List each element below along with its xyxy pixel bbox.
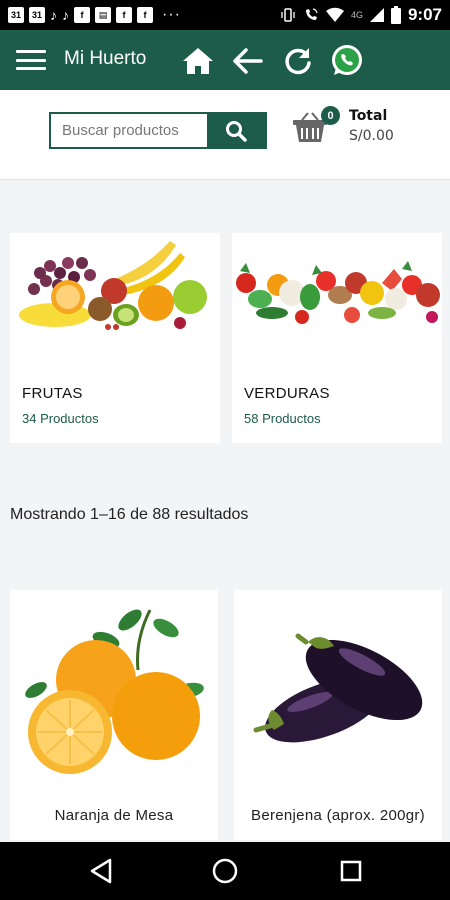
whatsapp-icon[interactable]: [330, 44, 364, 78]
tiktok-icon: ♪: [50, 7, 57, 23]
product-name: Naranja de Mesa: [54, 807, 174, 824]
facebook-icon: f: [74, 7, 90, 23]
app-bar: Mi Huerto: [0, 30, 450, 90]
recents-nav-icon[interactable]: [336, 856, 366, 886]
search-bar-row: Total S/0.00: [0, 90, 450, 180]
total-value: S/0.00: [349, 128, 394, 144]
orange-image: [25, 609, 204, 774]
signal-icon: [369, 8, 384, 22]
category-name: FRUTAS: [22, 385, 83, 402]
network-type: 4G: [350, 10, 363, 20]
category-count: 58 Productos: [244, 411, 321, 426]
wifi-icon: [325, 7, 344, 23]
wifi-call-icon: [305, 8, 318, 20]
search-input[interactable]: [51, 114, 207, 147]
system-icons: 4G 9:07: [280, 5, 442, 25]
system-nav-bar: [0, 842, 450, 900]
back-arrow-icon[interactable]: [231, 44, 265, 78]
vibrate-icon: [281, 8, 295, 22]
menu-icon[interactable]: [16, 50, 46, 70]
notification-icons: 31 31 ♪ ♪ f ▤ f f ···: [8, 6, 181, 24]
tiktok-icon: ♪: [62, 7, 69, 23]
vegetables-image: [236, 261, 440, 324]
facebook-icon: f: [116, 7, 132, 23]
clock: 9:07: [407, 5, 442, 24]
home-nav-icon[interactable]: [210, 856, 240, 886]
calendar-icon: 31: [8, 7, 24, 23]
product-card-naranja[interactable]: Naranja de Mesa: [10, 590, 218, 840]
fruits-image: [19, 241, 207, 330]
category-card-frutas[interactable]: FRUTAS 34 Productos: [10, 233, 220, 443]
status-bar: 31 31 ♪ ♪ f ▤ f f ··· 4G 9:07: [0, 0, 450, 30]
search-box: [49, 112, 267, 149]
results-count: Mostrando 1–16 de 88 resultados: [10, 506, 249, 523]
app-title: Mi Huerto: [64, 48, 147, 69]
home-icon[interactable]: [181, 44, 215, 78]
category-name: VERDURAS: [244, 385, 330, 402]
document-icon: ▤: [95, 7, 111, 23]
category-count: 34 Productos: [22, 411, 99, 426]
battery-icon: [390, 6, 401, 24]
more-notifications-icon: ···: [162, 6, 181, 23]
search-icon: [226, 120, 247, 142]
category-card-verduras[interactable]: VERDURAS 58 Productos: [232, 233, 442, 443]
refresh-icon[interactable]: [281, 44, 315, 78]
product-name: Berenjena (aprox. 200gr): [251, 807, 425, 824]
calendar-icon: 31: [29, 7, 45, 23]
facebook-icon: f: [137, 7, 153, 23]
product-card-berenjena[interactable]: Berenjena (aprox. 200gr): [234, 590, 442, 840]
back-nav-icon[interactable]: [86, 856, 116, 886]
eggplant-image: [253, 633, 423, 743]
search-button[interactable]: [207, 114, 265, 147]
total-label: Total: [349, 108, 388, 124]
cart-count-badge: 0: [321, 106, 340, 125]
